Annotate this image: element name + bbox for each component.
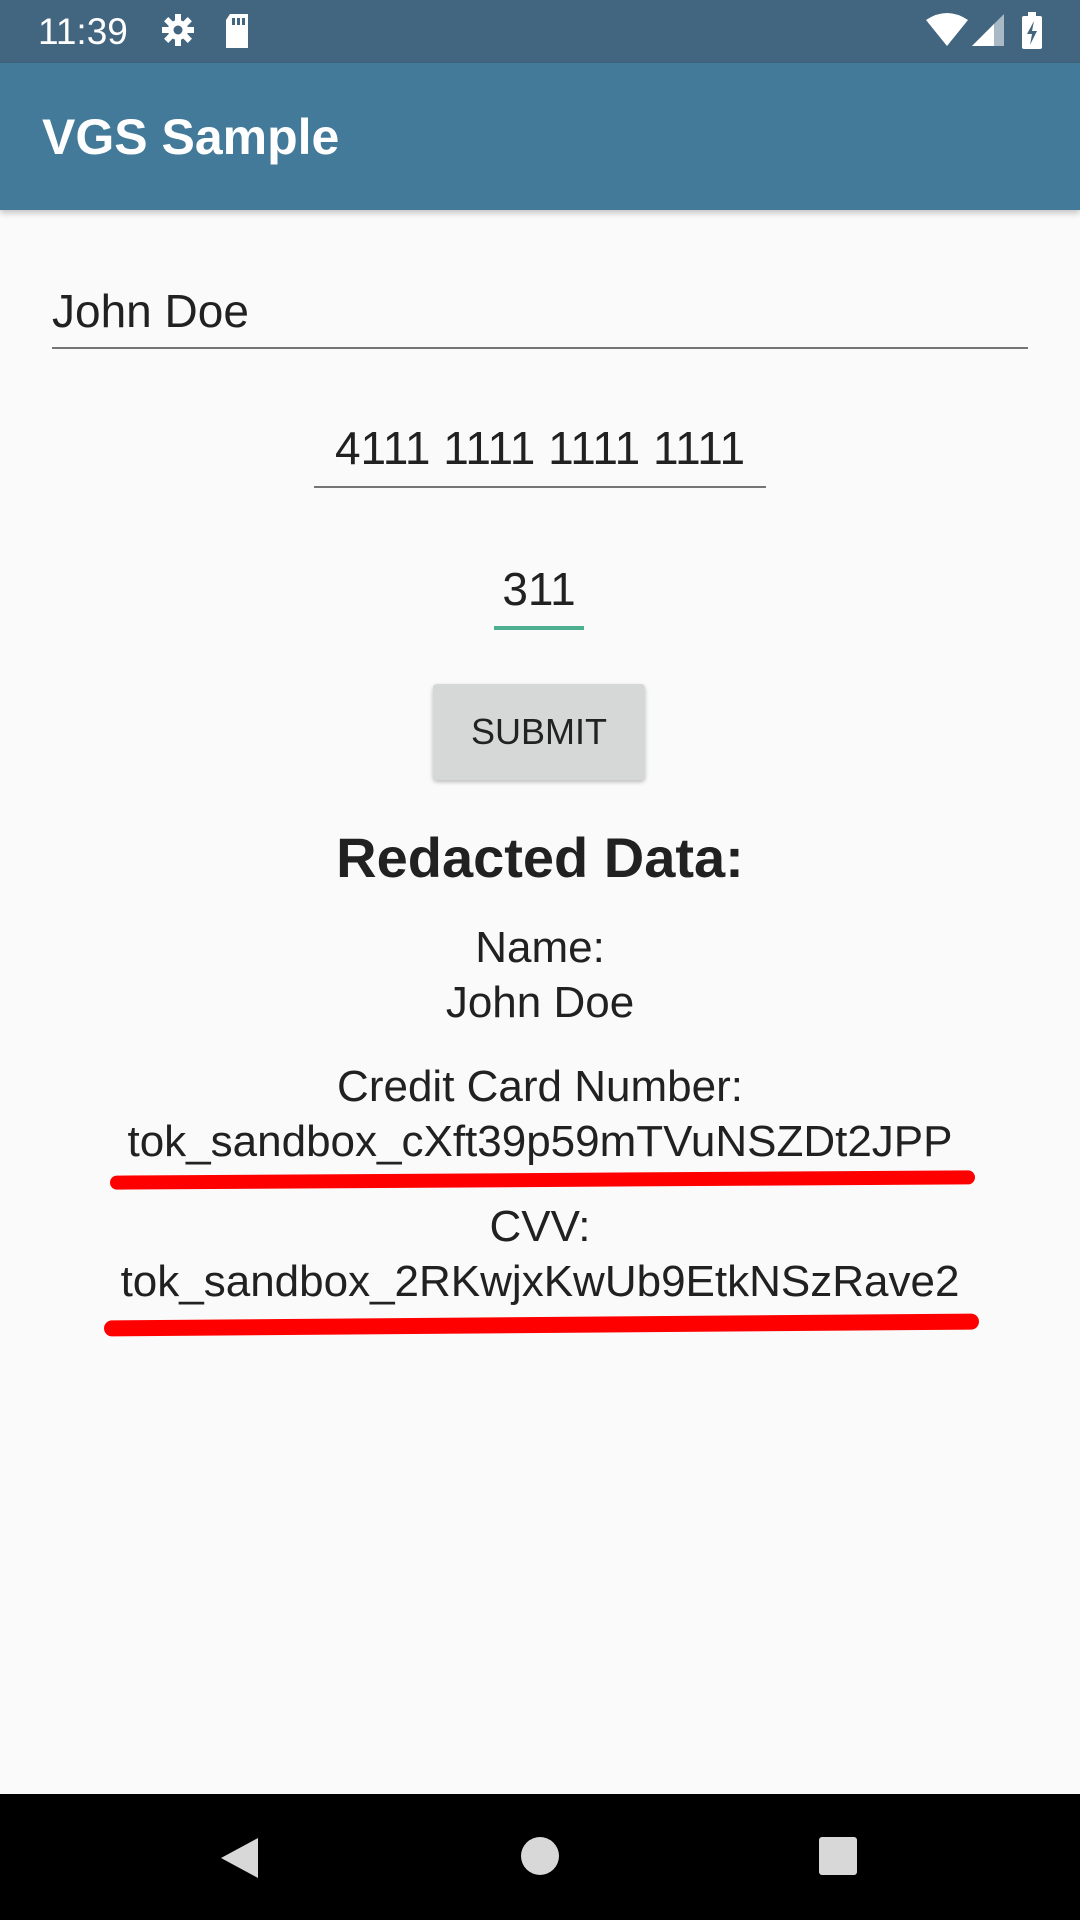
back-icon[interactable] (218, 1835, 260, 1886)
gear-icon (160, 12, 196, 53)
status-time: 11:39 (38, 11, 128, 52)
recent-apps-icon[interactable] (818, 1836, 858, 1881)
redacted-card-label: Credit Card Number: (337, 1062, 743, 1111)
signal-icon (970, 12, 1006, 53)
redacted-name-label: Name: (475, 923, 605, 972)
cvv-input-focus-underline (494, 626, 584, 630)
battery-icon (1020, 12, 1044, 55)
submit-button[interactable]: SUBMIT (433, 684, 645, 780)
name-input-underline (52, 347, 1028, 349)
home-icon[interactable] (520, 1836, 560, 1881)
redacted-cvv-label: CVV: (489, 1202, 591, 1251)
status-bar: 11:39 (0, 0, 1080, 63)
cvv-token-annotation-underline (103, 1313, 980, 1337)
sd-card-icon (222, 12, 252, 55)
app-title: VGS Sample (42, 109, 340, 165)
redacted-cvv-token: tok_sandbox_2RKwjxKwUb9EtkNSzRave2 (120, 1257, 960, 1306)
card-number-input-underline (314, 486, 766, 488)
card-token-annotation-underline (109, 1170, 976, 1190)
redacted-name-value: John Doe (445, 978, 635, 1027)
name-input[interactable]: John Doe (52, 284, 249, 338)
app-bar: VGS Sample (0, 63, 1080, 210)
redacted-data-title: Redacted Data: (336, 826, 744, 889)
wifi-icon (924, 12, 970, 53)
card-number-input[interactable]: 4111 1111 1111 1111 (314, 421, 766, 475)
cvv-input[interactable]: 311 (494, 562, 584, 616)
redacted-card-token: tok_sandbox_cXft39p59mTVuNSZDt2JPP (127, 1117, 953, 1166)
